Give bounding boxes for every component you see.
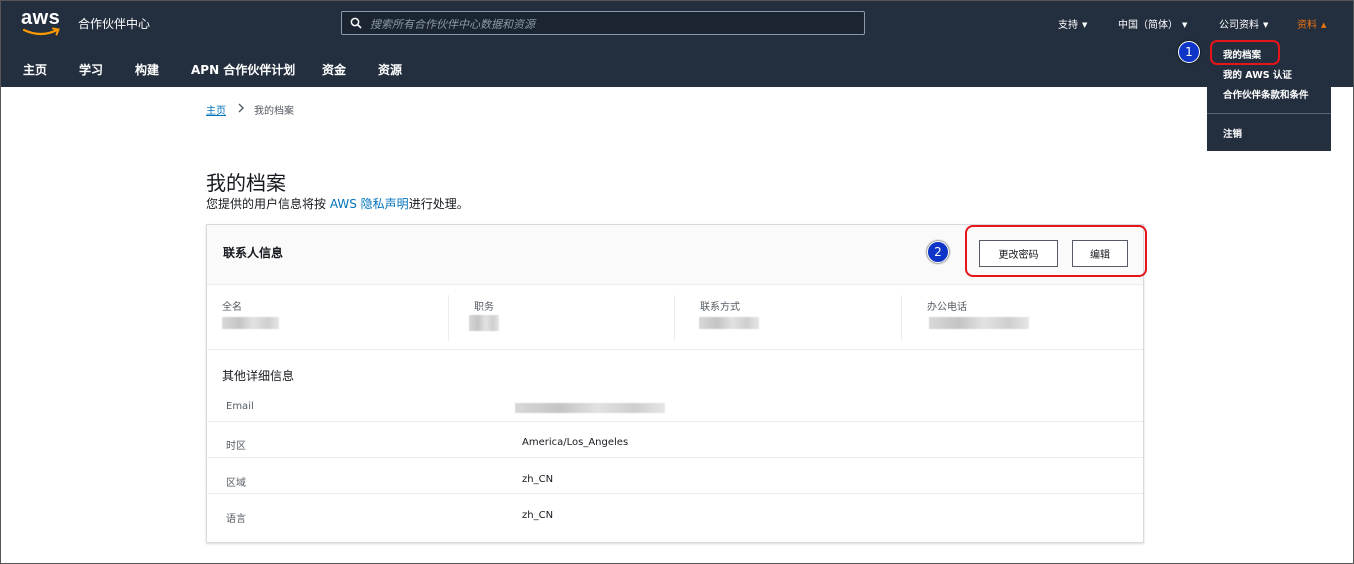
caret-down-icon: ▼	[1263, 21, 1269, 29]
privacy-suffix: 进行处理。	[408, 197, 469, 211]
section-divider	[207, 349, 1143, 350]
redacted-full-name	[222, 317, 279, 329]
search-box[interactable]	[341, 11, 865, 35]
field-divider	[448, 295, 449, 341]
menu-item-sign-out[interactable]: 注销	[1223, 126, 1242, 140]
nav-funding[interactable]: 资金	[322, 61, 346, 78]
field-divider	[674, 295, 675, 341]
portal-title: 合作伙伴中心	[78, 17, 151, 31]
profile-label: 资料	[1297, 20, 1317, 31]
breadcrumb-home[interactable]: 主页	[206, 102, 226, 117]
detail-label-email: Email	[226, 401, 254, 412]
menu-item-partner-terms[interactable]: 合作伙伴条款和条件	[1223, 87, 1309, 101]
caret-down-icon: ▼	[1182, 21, 1188, 29]
detail-value-locale: zh_CN	[522, 474, 554, 485]
page-title: 我的档案	[206, 171, 286, 195]
detail-value-language: zh_CN	[522, 510, 554, 521]
menu-divider	[1207, 113, 1331, 114]
profile-menu[interactable]: 资料 ▲	[1297, 16, 1326, 31]
row-divider	[207, 421, 1143, 422]
privacy-link[interactable]: AWS 隐私声明	[330, 197, 409, 211]
smile-icon	[23, 27, 60, 36]
row-divider	[207, 457, 1143, 458]
highlight-my-profile	[1210, 40, 1280, 65]
field-label-contact: 联系方式	[700, 302, 740, 313]
search-icon	[350, 17, 362, 29]
field-label-full-name: 全名	[222, 302, 242, 313]
search-input[interactable]	[368, 14, 852, 34]
chevron-right-icon	[238, 103, 244, 113]
company-profile-menu[interactable]: 公司资料 ▼	[1219, 16, 1268, 31]
company-profile-label: 公司资料	[1219, 20, 1259, 31]
nav-apn-program[interactable]: APN 合作伙伴计划	[191, 61, 295, 78]
redacted-office-phone	[929, 317, 1029, 329]
caret-up-icon: ▲	[1321, 21, 1327, 29]
nav-home[interactable]: 主页	[23, 61, 47, 78]
breadcrumb-current: 我的档案	[254, 106, 294, 117]
logo-text: aws	[21, 7, 61, 29]
row-divider	[207, 493, 1143, 494]
card-title: 联系人信息	[223, 246, 284, 260]
nav-learn[interactable]: 学习	[79, 61, 103, 78]
redacted-job-title	[469, 315, 499, 331]
detail-label-locale: 区域	[226, 478, 246, 489]
privacy-notice: 您提供的用户信息将按 AWS 隐私声明进行处理。	[206, 195, 469, 212]
support-menu[interactable]: 支持 ▼	[1058, 16, 1087, 31]
language-menu[interactable]: 中国（简体） ▼	[1118, 16, 1187, 31]
step-badge-2: 2	[927, 241, 949, 263]
language-label: 中国（简体）	[1118, 20, 1178, 31]
support-label: 支持	[1058, 20, 1078, 31]
redacted-email	[515, 403, 665, 413]
aws-logo[interactable]: aws	[21, 7, 67, 39]
detail-label-language: 语言	[226, 514, 246, 525]
nav-build[interactable]: 构建	[135, 61, 159, 78]
caret-down-icon: ▼	[1082, 21, 1088, 29]
nav-resources[interactable]: 资源	[378, 61, 402, 78]
detail-value-timezone: America/Los_Angeles	[522, 437, 629, 448]
redacted-contact	[699, 317, 759, 329]
highlight-buttons	[965, 225, 1147, 277]
details-section-title: 其他详细信息	[222, 369, 295, 383]
field-label-office-phone: 办公电话	[927, 302, 967, 313]
browser-frame: aws 合作伙伴中心 支持 ▼ 中国（简体） ▼ 公司资料 ▼ 资料 ▲ 主页 学习 构…	[0, 0, 1354, 564]
step-badge-1: 1	[1178, 41, 1200, 63]
detail-label-timezone: 时区	[226, 441, 246, 452]
field-label-job-title: 职务	[474, 302, 494, 313]
privacy-prefix: 您提供的用户信息将按	[206, 197, 330, 211]
menu-item-my-certifications[interactable]: 我的 AWS 认证	[1223, 67, 1292, 81]
field-divider	[901, 295, 902, 341]
